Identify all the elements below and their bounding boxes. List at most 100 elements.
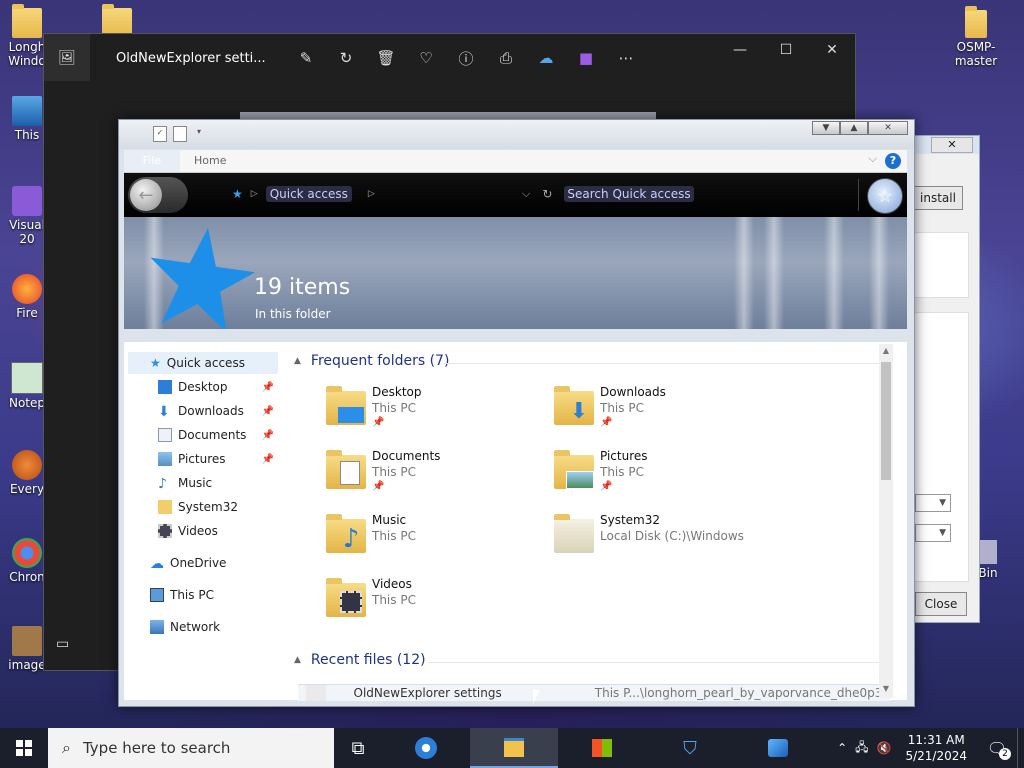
start-button[interactable] bbox=[0, 728, 48, 768]
install-button[interactable]: install bbox=[913, 186, 963, 210]
folder-banner: 19 items In this folder bbox=[124, 217, 907, 329]
group-header-recent[interactable]: ▲ Recent files (12) bbox=[294, 652, 426, 668]
desktop-icon-label: Every bbox=[9, 482, 45, 496]
task-view-icon[interactable]: ⧉ bbox=[334, 728, 382, 768]
installer-panel-top bbox=[913, 232, 969, 298]
info-icon[interactable]: ⓘ bbox=[446, 38, 486, 78]
minimize-button[interactable]: — bbox=[717, 34, 763, 66]
taskbar-search-box[interactable]: ⌕ Type here to search bbox=[48, 728, 334, 768]
maximize-button[interactable]: ▲ bbox=[840, 121, 868, 135]
frequent-folder-system32[interactable]: System32 Local Disk (C:)\Windows bbox=[554, 513, 854, 571]
banner-item-count: 19 items bbox=[254, 275, 351, 300]
sidebar-item-videos[interactable]: Videos bbox=[158, 520, 282, 542]
favorite-icon[interactable]: ♡ bbox=[406, 38, 446, 78]
taskbar-app-security[interactable]: ⛉ bbox=[646, 728, 734, 768]
sidebar-item-network[interactable]: Network bbox=[150, 616, 220, 638]
delete-icon[interactable]: 🗑 bbox=[366, 38, 406, 78]
clock[interactable]: 11:31 AM 5/21/2024 bbox=[905, 732, 967, 764]
sidebar-item-downloads[interactable]: ⬇ Downloads 📌 bbox=[158, 400, 282, 422]
pin-icon: 📌 bbox=[261, 453, 274, 465]
search-area: ⌵ ↻ Search Quick access bbox=[522, 186, 694, 202]
star-icon: ★ bbox=[232, 187, 243, 201]
vertical-scrollbar[interactable]: ▲ ▼ bbox=[879, 344, 893, 698]
file-list: ▲ Frequent folders (7) Desktop This PC 📌… bbox=[294, 342, 894, 701]
recent-file-row[interactable]: OldNewExplorer settings This P...\longho… bbox=[298, 684, 890, 701]
frequent-folder-downloads[interactable]: ⬇ Downloads This PC 📌 bbox=[554, 385, 774, 443]
taskbar-app-store[interactable] bbox=[558, 728, 646, 768]
sidebar-item-documents[interactable]: Documents 📌 bbox=[158, 424, 282, 446]
sidebar-item-pictures[interactable]: Pictures 📌 bbox=[158, 448, 282, 470]
notification-center-button[interactable]: 🗨 2 bbox=[977, 728, 1017, 768]
taskbar-app-browser[interactable] bbox=[382, 728, 470, 768]
show-desktop-button[interactable] bbox=[1017, 728, 1024, 768]
close-button[interactable]: ✕ bbox=[868, 121, 908, 135]
folder-location: This PC bbox=[372, 401, 416, 415]
onedrive-icon[interactable]: ☁ bbox=[526, 38, 566, 78]
breadcrumb[interactable]: ★ ▷ Quick access ▷ bbox=[232, 186, 375, 202]
more-icon[interactable]: ⋯ bbox=[606, 38, 646, 78]
sidebar-item-this-pc[interactable]: This PC bbox=[150, 584, 214, 606]
volume-muted-icon[interactable]: 🔇 bbox=[877, 741, 892, 755]
document-icon bbox=[158, 428, 172, 442]
search-input[interactable]: Search Quick access bbox=[564, 186, 694, 202]
frequent-folder-music[interactable]: ♪ Music This PC bbox=[326, 513, 546, 571]
installer-dropdown-2[interactable]: ▼ bbox=[915, 524, 951, 542]
taskbar-app-photos[interactable] bbox=[734, 728, 822, 768]
sidebar-item-music[interactable]: ♪ Music bbox=[158, 472, 282, 494]
sidebar-item-desktop[interactable]: Desktop 📌 bbox=[158, 376, 282, 398]
sidebar-item-onedrive[interactable]: ☁ OneDrive bbox=[150, 552, 226, 574]
scroll-down-icon[interactable]: ▼ bbox=[881, 684, 891, 696]
sidebar-item-quick-access[interactable]: ★ Quick access bbox=[128, 352, 278, 374]
favorites-star-button[interactable]: ☆ bbox=[867, 178, 903, 214]
filmstrip-icon[interactable]: ▭ bbox=[56, 636, 82, 656]
navigation-pane: ★ Quick access Desktop 📌 ⬇ Downloads 📌 D… bbox=[124, 342, 292, 700]
banner-decoration bbox=[764, 217, 784, 329]
qat-dropdown-icon[interactable]: ▾ bbox=[193, 126, 205, 140]
properties-icon[interactable]: ✓ bbox=[153, 126, 167, 142]
rotate-icon[interactable]: ↻ bbox=[326, 38, 366, 78]
edit-icon[interactable]: ✎ bbox=[286, 38, 326, 78]
frequent-folder-desktop[interactable]: Desktop This PC 📌 bbox=[326, 385, 546, 443]
close-button[interactable]: ✕ bbox=[809, 34, 855, 66]
network-icon bbox=[150, 620, 164, 634]
sidebar-item-label: OneDrive bbox=[170, 556, 227, 570]
frequent-folder-documents[interactable]: Documents This PC 📌 bbox=[326, 449, 546, 507]
installer-close-button[interactable]: Close bbox=[915, 592, 967, 616]
sidebar-item-system32[interactable]: System32 bbox=[158, 496, 282, 518]
network-status-icon[interactable]: 🖧 bbox=[855, 738, 868, 759]
folder-icon bbox=[965, 6, 987, 38]
group-divider bbox=[428, 662, 884, 663]
photos-window-controls: — ☐ ✕ bbox=[717, 34, 855, 66]
installer-close-x-button[interactable]: ✕ bbox=[931, 137, 973, 153]
new-folder-icon[interactable] bbox=[173, 126, 187, 142]
frequent-folder-pictures[interactable]: Pictures This PC 📌 bbox=[554, 449, 774, 507]
desktop-icon-label: Longh Windo bbox=[8, 40, 46, 68]
sidebar-item-label: This PC bbox=[170, 588, 214, 602]
installer-dropdown-1[interactable]: ▼ bbox=[915, 494, 951, 512]
print-icon[interactable]: ⎙ bbox=[486, 38, 526, 78]
group-header-frequent[interactable]: ▲ Frequent folders (7) bbox=[294, 353, 449, 369]
minimize-button[interactable]: ▼ bbox=[812, 121, 840, 135]
clipchamp-icon[interactable]: ■ bbox=[566, 38, 606, 78]
taskbar-app-file-explorer[interactable] bbox=[470, 728, 558, 768]
image-icon: 🖼 bbox=[44, 34, 90, 81]
desktop-icon-label: This bbox=[14, 128, 40, 142]
ribbon-expand-icon[interactable]: ⌵ bbox=[869, 152, 877, 166]
tab-file[interactable]: File bbox=[124, 150, 180, 172]
desktop-icon-osmp-master[interactable]: OSMP-master bbox=[938, 6, 1014, 68]
back-button[interactable]: ← bbox=[128, 177, 188, 213]
scrollbar-thumb[interactable] bbox=[881, 362, 891, 480]
frequent-folder-videos[interactable]: Videos This PC bbox=[326, 577, 546, 635]
collapse-caret-icon: ▲ bbox=[294, 356, 301, 366]
scroll-up-icon[interactable]: ▲ bbox=[881, 346, 891, 358]
nav-separator bbox=[858, 179, 859, 211]
show-hidden-icons[interactable]: ⌃ bbox=[837, 741, 847, 755]
tab-home[interactable]: Home bbox=[194, 150, 226, 172]
history-dropdown-icon[interactable]: ⌵ bbox=[522, 187, 530, 201]
maximize-button[interactable]: ☐ bbox=[763, 34, 809, 66]
help-button[interactable]: ? bbox=[885, 153, 901, 169]
refresh-icon[interactable]: ↻ bbox=[542, 187, 552, 201]
breadcrumb-quick-access[interactable]: Quick access bbox=[265, 186, 352, 202]
notepad-icon bbox=[11, 362, 43, 394]
sidebar-item-label: Music bbox=[178, 476, 213, 490]
